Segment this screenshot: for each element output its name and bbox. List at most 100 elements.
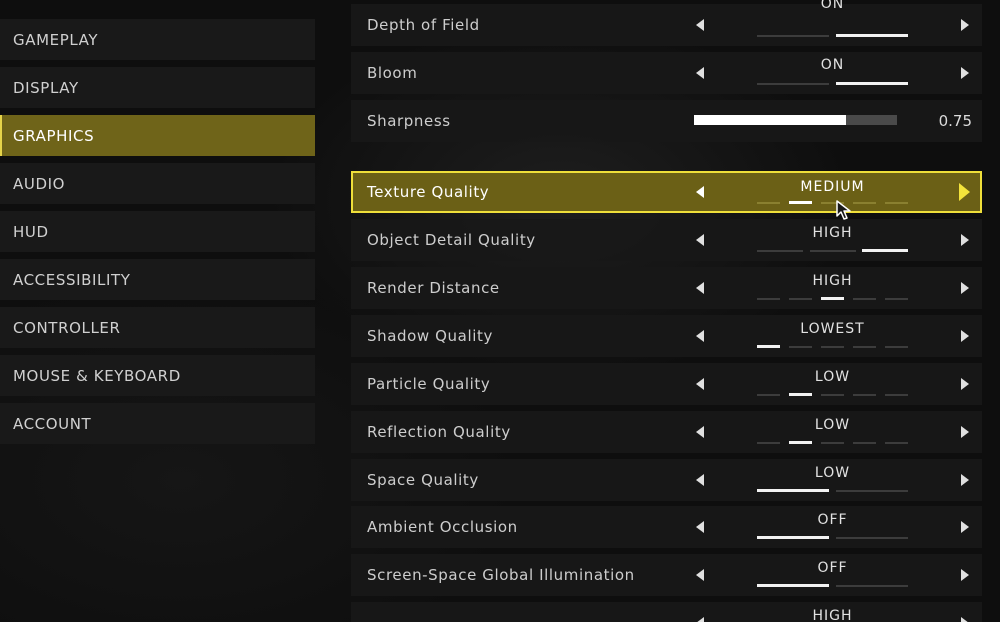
level-pip — [885, 202, 908, 204]
sidebar-item-label: GRAPHICS — [13, 126, 95, 145]
setting-row-ambient-occlusion[interactable]: Ambient Occlusion OFF — [351, 506, 982, 548]
level-pip — [885, 298, 908, 300]
arrow-right-icon[interactable] — [961, 569, 969, 581]
sidebar-item-hud[interactable]: HUD — [0, 211, 315, 252]
setting-level-pips — [757, 536, 908, 540]
setting-row-space-quality[interactable]: Space Quality LOW — [351, 459, 982, 501]
arrow-left-icon[interactable] — [696, 569, 704, 581]
setting-row-reflection-quality[interactable]: Reflection Quality LOW — [351, 411, 982, 453]
level-pip — [853, 346, 876, 348]
sidebar-item-label: AUDIO — [13, 174, 66, 193]
arrow-left-icon[interactable] — [696, 282, 704, 294]
setting-label: Ambient Occlusion — [367, 518, 518, 536]
sidebar-item-accessibility[interactable]: ACCESSIBILITY — [0, 259, 315, 300]
level-pip — [853, 442, 876, 444]
arrow-right-icon[interactable] — [961, 474, 969, 486]
setting-row-shadow-quality[interactable]: Shadow Quality LOWEST — [351, 315, 982, 357]
setting-row-depth-of-field[interactable]: Depth of Field ON — [351, 0, 982, 46]
setting-level-pips — [757, 489, 908, 493]
arrow-right-icon[interactable] — [961, 19, 969, 31]
setting-level-pips — [757, 82, 908, 86]
arrow-left-icon[interactable] — [696, 426, 704, 438]
setting-label: Particle Quality — [367, 375, 491, 393]
arrow-right-icon[interactable] — [959, 183, 970, 201]
level-pip — [821, 394, 844, 396]
arrow-right-icon[interactable] — [961, 282, 969, 294]
arrow-right-icon[interactable] — [961, 426, 969, 438]
setting-value: LOWEST — [800, 321, 865, 337]
level-pip — [757, 35, 829, 37]
setting-level-pips — [757, 441, 908, 445]
arrow-right-icon[interactable] — [961, 330, 969, 342]
sidebar-item-label: ACCESSIBILITY — [13, 270, 131, 289]
mouse-cursor-icon — [836, 200, 851, 220]
arrow-left-icon[interactable] — [696, 330, 704, 342]
setting-row-sharpness[interactable]: Sharpness 0.75 — [351, 100, 982, 142]
sidebar-item-graphics[interactable]: GRAPHICS — [0, 115, 315, 156]
level-pip — [757, 202, 780, 204]
setting-value: OFF — [817, 512, 848, 528]
arrow-left-icon[interactable] — [696, 186, 704, 198]
setting-label: Bloom — [367, 64, 418, 82]
setting-value: ON — [820, 57, 845, 73]
setting-row-object-detail-quality[interactable]: Object Detail Quality HIGH — [351, 219, 982, 261]
setting-label: Sharpness — [367, 112, 451, 130]
level-pip-active — [757, 584, 829, 587]
arrow-left-icon[interactable] — [696, 67, 704, 79]
setting-value: HIGH — [812, 225, 853, 241]
setting-label: Vegetation and Rubble Density — [367, 608, 617, 622]
sharpness-slider[interactable] — [694, 115, 897, 125]
arrow-right-icon[interactable] — [961, 617, 969, 622]
setting-row-bloom[interactable]: Bloom ON — [351, 52, 982, 94]
level-pip-active — [757, 536, 829, 539]
level-pip — [821, 346, 844, 348]
setting-value: MEDIUM — [800, 179, 865, 195]
level-pip — [853, 202, 876, 204]
setting-level-pips — [757, 34, 908, 38]
level-pip-active — [789, 393, 812, 396]
arrow-right-icon[interactable] — [961, 67, 969, 79]
sidebar-item-account[interactable]: ACCOUNT — [0, 403, 315, 444]
arrow-right-icon[interactable] — [961, 378, 969, 390]
setting-label: Depth of Field — [367, 16, 480, 34]
slider-value: 0.75 — [938, 112, 972, 130]
setting-value: LOW — [814, 417, 851, 433]
sidebar-item-mouse-keyboard[interactable]: MOUSE & KEYBOARD — [0, 355, 315, 396]
settings-sidebar: GAMEPLAY DISPLAY GRAPHICS AUDIO HUD ACCE… — [0, 19, 315, 451]
level-pip — [836, 490, 908, 492]
setting-label: Space Quality — [367, 471, 479, 489]
arrow-right-icon[interactable] — [961, 234, 969, 246]
setting-label: Object Detail Quality — [367, 231, 536, 249]
level-pip — [853, 298, 876, 300]
level-pip — [885, 442, 908, 444]
setting-label: Shadow Quality — [367, 327, 493, 345]
arrow-left-icon[interactable] — [696, 234, 704, 246]
level-pip — [885, 346, 908, 348]
setting-row-render-distance[interactable]: Render Distance HIGH — [351, 267, 982, 309]
setting-level-pips — [757, 201, 908, 205]
level-pip — [757, 298, 780, 300]
sidebar-item-audio[interactable]: AUDIO — [0, 163, 315, 204]
setting-row-vegetation-rubble-density[interactable]: Vegetation and Rubble Density HIGH — [351, 602, 982, 622]
setting-value: HIGH — [812, 273, 853, 289]
setting-value: OFF — [817, 560, 848, 576]
level-pip — [836, 537, 908, 539]
arrow-left-icon[interactable] — [696, 474, 704, 486]
level-pip — [809, 250, 856, 252]
setting-row-ssgi[interactable]: Screen-Space Global Illumination OFF — [351, 554, 982, 596]
setting-row-texture-quality[interactable]: Texture Quality MEDIUM — [351, 171, 982, 213]
sidebar-item-label: DISPLAY — [13, 78, 79, 97]
sidebar-item-gameplay[interactable]: GAMEPLAY — [0, 19, 315, 60]
arrow-left-icon[interactable] — [696, 19, 704, 31]
sidebar-item-label: MOUSE & KEYBOARD — [13, 366, 181, 385]
arrow-right-icon[interactable] — [961, 521, 969, 533]
setting-row-particle-quality[interactable]: Particle Quality LOW — [351, 363, 982, 405]
arrow-left-icon[interactable] — [696, 617, 704, 622]
sidebar-item-display[interactable]: DISPLAY — [0, 67, 315, 108]
setting-value: LOW — [814, 465, 851, 481]
arrow-left-icon[interactable] — [696, 378, 704, 390]
setting-value: ON — [820, 0, 845, 12]
level-pip — [821, 442, 844, 444]
sidebar-item-controller[interactable]: CONTROLLER — [0, 307, 315, 348]
arrow-left-icon[interactable] — [696, 521, 704, 533]
